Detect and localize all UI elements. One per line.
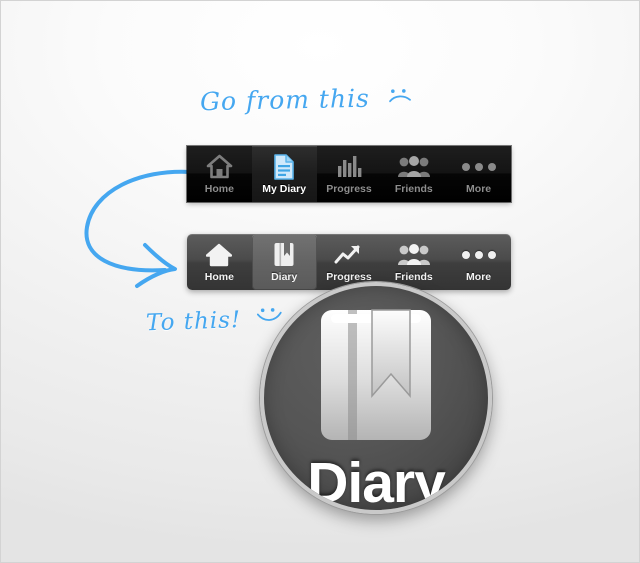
tab-label: More (466, 271, 492, 283)
more-dots-icon (461, 241, 496, 268)
tab-home-new[interactable]: Home (187, 234, 252, 290)
happy-face-icon (257, 304, 284, 329)
tab-label: Home (204, 183, 234, 195)
tab-my-diary-old[interactable]: My Diary (251, 146, 317, 202)
tab-label: More (466, 183, 492, 195)
canvas: Go from this To this! Home My Diary Prog… (0, 0, 640, 563)
tab-progress-old[interactable]: Progress (317, 146, 382, 202)
zoom-preview-circle: Diary (260, 282, 492, 514)
friends-icon (397, 153, 430, 180)
annotation-to-this: To this! (145, 304, 284, 337)
tab-label: Progress (326, 271, 372, 283)
trending-up-icon (334, 241, 364, 268)
tab-label: My Diary (262, 183, 307, 195)
tab-home-old[interactable]: Home (187, 146, 252, 202)
home-icon (206, 241, 233, 268)
tab-label: Progress (326, 183, 372, 195)
tab-label: Home (204, 271, 234, 283)
old-tab-bar: Home My Diary Progress Friends More (187, 146, 511, 202)
book-icon (273, 241, 295, 268)
annotation-to-this-text: To this! (145, 307, 242, 337)
tab-friends-old[interactable]: Friends (381, 146, 446, 202)
tab-diary-new[interactable]: Diary (251, 234, 317, 290)
zoom-preview-label: Diary (307, 451, 446, 514)
annotation-go-from-this: Go from this (200, 83, 413, 116)
more-dots-icon (461, 153, 496, 180)
new-tab-bar: Home Diary Progress Friends More (187, 234, 511, 290)
bar-chart-icon (336, 153, 362, 180)
tab-more-old[interactable]: More (446, 146, 511, 202)
tab-friends-new[interactable]: Friends (381, 234, 446, 290)
book-icon (317, 306, 435, 449)
home-icon (206, 153, 233, 180)
tab-label: Friends (394, 183, 433, 195)
tab-label: Diary (271, 271, 298, 283)
sad-face-icon (387, 84, 413, 109)
annotation-go-from-this-text: Go from this (199, 83, 371, 117)
document-icon (273, 153, 295, 180)
friends-icon (397, 241, 430, 268)
tab-label: Friends (394, 271, 433, 283)
tab-more-new[interactable]: More (446, 234, 511, 290)
